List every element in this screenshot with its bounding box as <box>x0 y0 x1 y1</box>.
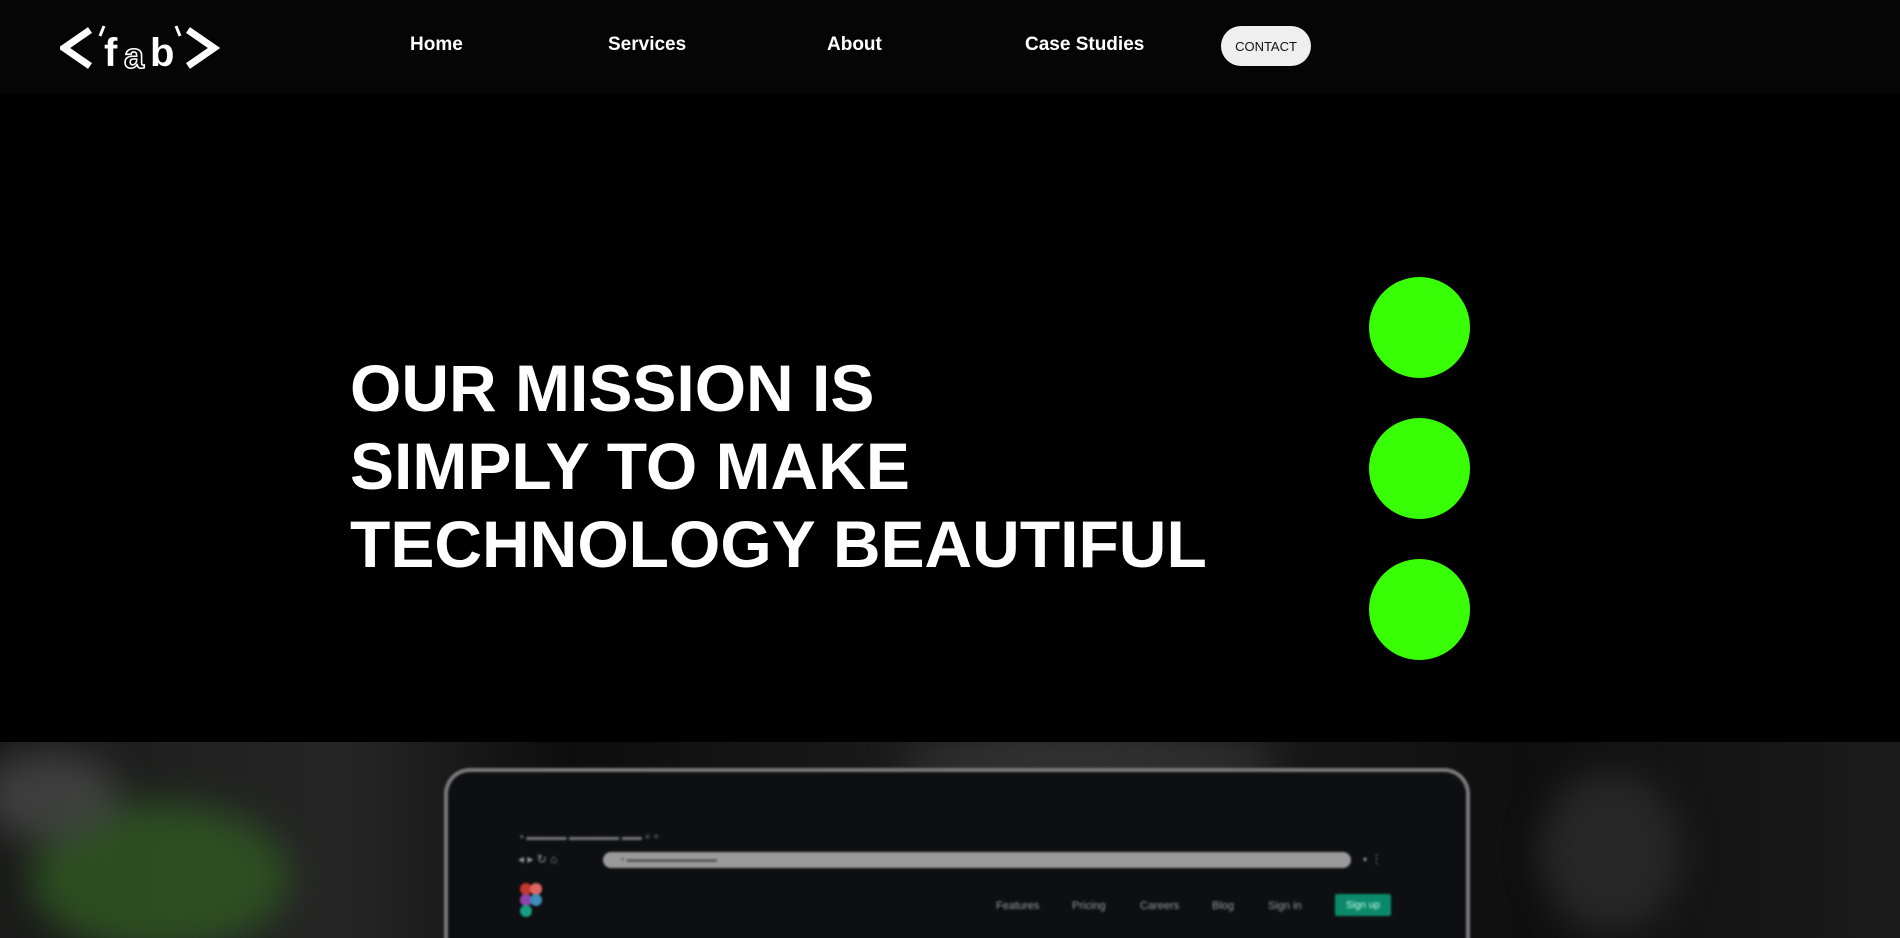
svg-text:f: f <box>104 31 118 74</box>
headline-line-1: OUR MISSION IS <box>350 351 875 425</box>
screen-nav-careers: Careers <box>1140 900 1180 912</box>
contact-button[interactable]: CONTACT <box>1221 26 1311 66</box>
nav-home[interactable]: Home <box>410 34 463 56</box>
url-text: ▪ ▬▬▬▬▬▬▬▬▬▬ <box>621 854 717 864</box>
background-blur-right <box>1540 772 1680 932</box>
screen-nav-blog: Blog <box>1212 900 1235 912</box>
slide-dot-3[interactable] <box>1369 559 1470 660</box>
slide-dot-1[interactable] <box>1369 277 1470 378</box>
screen-signup-button: Sign up <box>1335 894 1391 916</box>
headline-line-3: TECHNOLOGY BEAUTIFUL <box>350 507 1207 581</box>
laptop-screen: ▪ ▬▬▬▬ ▬▬▬▬▬ ▬▬ × + ◂ ▸ ↻ ⌂ ▪ ▬▬▬▬▬▬▬▬▬▬… <box>444 768 1470 938</box>
svg-text:b: b <box>150 31 174 74</box>
slide-dot-2[interactable] <box>1369 418 1470 519</box>
nav-case-studies[interactable]: Case Studies <box>1025 34 1144 56</box>
screen-nav-signin: Sign in <box>1268 900 1302 912</box>
browser-url-bar: ▪ ▬▬▬▬▬▬▬▬▬▬ <box>603 852 1351 868</box>
browser-back-icon: ◂ ▸ ↻ ⌂ <box>518 852 558 866</box>
mission-headline: OUR MISSION IS SIMPLY TO MAKE TECHNOLOGY… <box>350 349 1207 583</box>
browser-tab: ▪ ▬▬▬▬ ▬▬▬▬▬ ▬▬ × + <box>520 832 660 843</box>
fab-logo[interactable]: f a b <box>60 22 220 74</box>
svg-text:a: a <box>124 35 145 74</box>
page: f a b Home Services About Case Studies C… <box>0 0 1900 938</box>
headline-line-2: SIMPLY TO MAKE <box>350 429 910 503</box>
nav-services[interactable]: Services <box>608 34 686 56</box>
nav-about[interactable]: About <box>827 34 882 56</box>
figma-logo-icon <box>520 883 542 917</box>
screen-nav-pricing: Pricing <box>1072 900 1106 912</box>
browser-menu-icon: ▪ ⋮ <box>1363 852 1383 866</box>
fab-logo-mark: f a b <box>60 25 220 74</box>
hero-section: OUR MISSION IS SIMPLY TO MAKE TECHNOLOGY… <box>0 94 1900 742</box>
site-header: f a b Home Services About Case Studies C… <box>0 0 1900 94</box>
laptop-photo: ▪ ▬▬▬▬ ▬▬▬▬▬ ▬▬ × + ◂ ▸ ↻ ⌂ ▪ ▬▬▬▬▬▬▬▬▬▬… <box>0 742 1900 938</box>
screen-nav-features: Features <box>996 900 1040 912</box>
